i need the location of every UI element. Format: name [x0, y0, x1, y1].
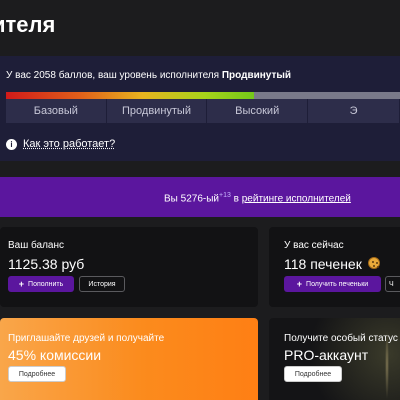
level-step-expert: Э: [308, 99, 400, 123]
level-steps: Базовый Продвинутый Высокий Э: [6, 99, 400, 123]
level-progress-bar: [6, 92, 400, 99]
pro-value: PRO-аккаунт: [284, 347, 369, 363]
level-status-text: У вас 2058 баллов, ваш уровень исполните…: [6, 70, 291, 81]
rating-position: Вы 5276-ый: [164, 193, 219, 205]
history-button[interactable]: История: [79, 276, 125, 292]
rating-banner: Вы 5276-ый+13 в рейтинге исполнителей: [0, 177, 400, 217]
level-step-advanced: Продвинутый: [107, 99, 208, 123]
pro-card: Получите особый статус PRO-аккаунт Подро…: [269, 318, 400, 400]
plus-icon: +: [18, 279, 25, 289]
level-step-high: Высокий: [207, 99, 309, 123]
level-name: Продвинутый: [221, 70, 292, 81]
level-step-basic: Базовый: [6, 99, 107, 123]
topup-label: Пополнить: [28, 280, 64, 288]
balance-label: Ваш баланс: [8, 240, 65, 251]
balance-value: 1125.38 руб: [8, 256, 85, 272]
level-panel: У вас 2058 баллов, ваш уровень исполните…: [0, 56, 400, 161]
balance-card: Ваш баланс 1125.38 руб + Пополнить Истори…: [0, 227, 258, 307]
plus-icon: +: [296, 279, 303, 289]
rating-text: Вы 5276-ый+13 в рейтинге исполнителей: [164, 192, 351, 204]
cookie-icon: [368, 257, 380, 269]
rating-link[interactable]: рейтинге исполнителей: [242, 193, 351, 204]
level-progress-fill: [6, 92, 255, 99]
cookies-label: У вас сейчас: [284, 240, 344, 251]
rating-connector: в: [233, 193, 239, 205]
cookies-value: 118 печенек: [284, 256, 362, 272]
topup-button[interactable]: + Пополнить: [8, 276, 74, 292]
get-cookies-label: Получить печеньки: [306, 280, 369, 288]
invite-value: 45% комиссии: [8, 347, 102, 363]
page-title: ителя: [0, 12, 56, 37]
level-points-text: У вас 2058 баллов, ваш уровень исполните…: [6, 70, 220, 81]
sparkle-decoration: [385, 330, 389, 400]
invite-card: Приглашайте друзей и получайте 45% комис…: [0, 318, 258, 400]
how-it-works-link[interactable]: i Как это работает?: [6, 138, 115, 150]
info-icon: i: [6, 138, 17, 150]
rating-delta: +13: [219, 192, 231, 199]
cookies-card: У вас сейчас 118 печенек + Получить печен…: [269, 227, 400, 307]
get-cookies-button[interactable]: + Получить печеньки: [284, 276, 381, 292]
pro-more-button[interactable]: Подробнее: [284, 366, 342, 382]
invite-label: Приглашайте друзей и получайте: [8, 333, 165, 344]
cookies-secondary-button[interactable]: Ч: [385, 276, 400, 292]
pro-label: Получите особый статус: [284, 333, 398, 344]
how-it-works-label[interactable]: Как это работает?: [23, 138, 115, 150]
invite-more-button[interactable]: Подробнее: [8, 366, 66, 382]
